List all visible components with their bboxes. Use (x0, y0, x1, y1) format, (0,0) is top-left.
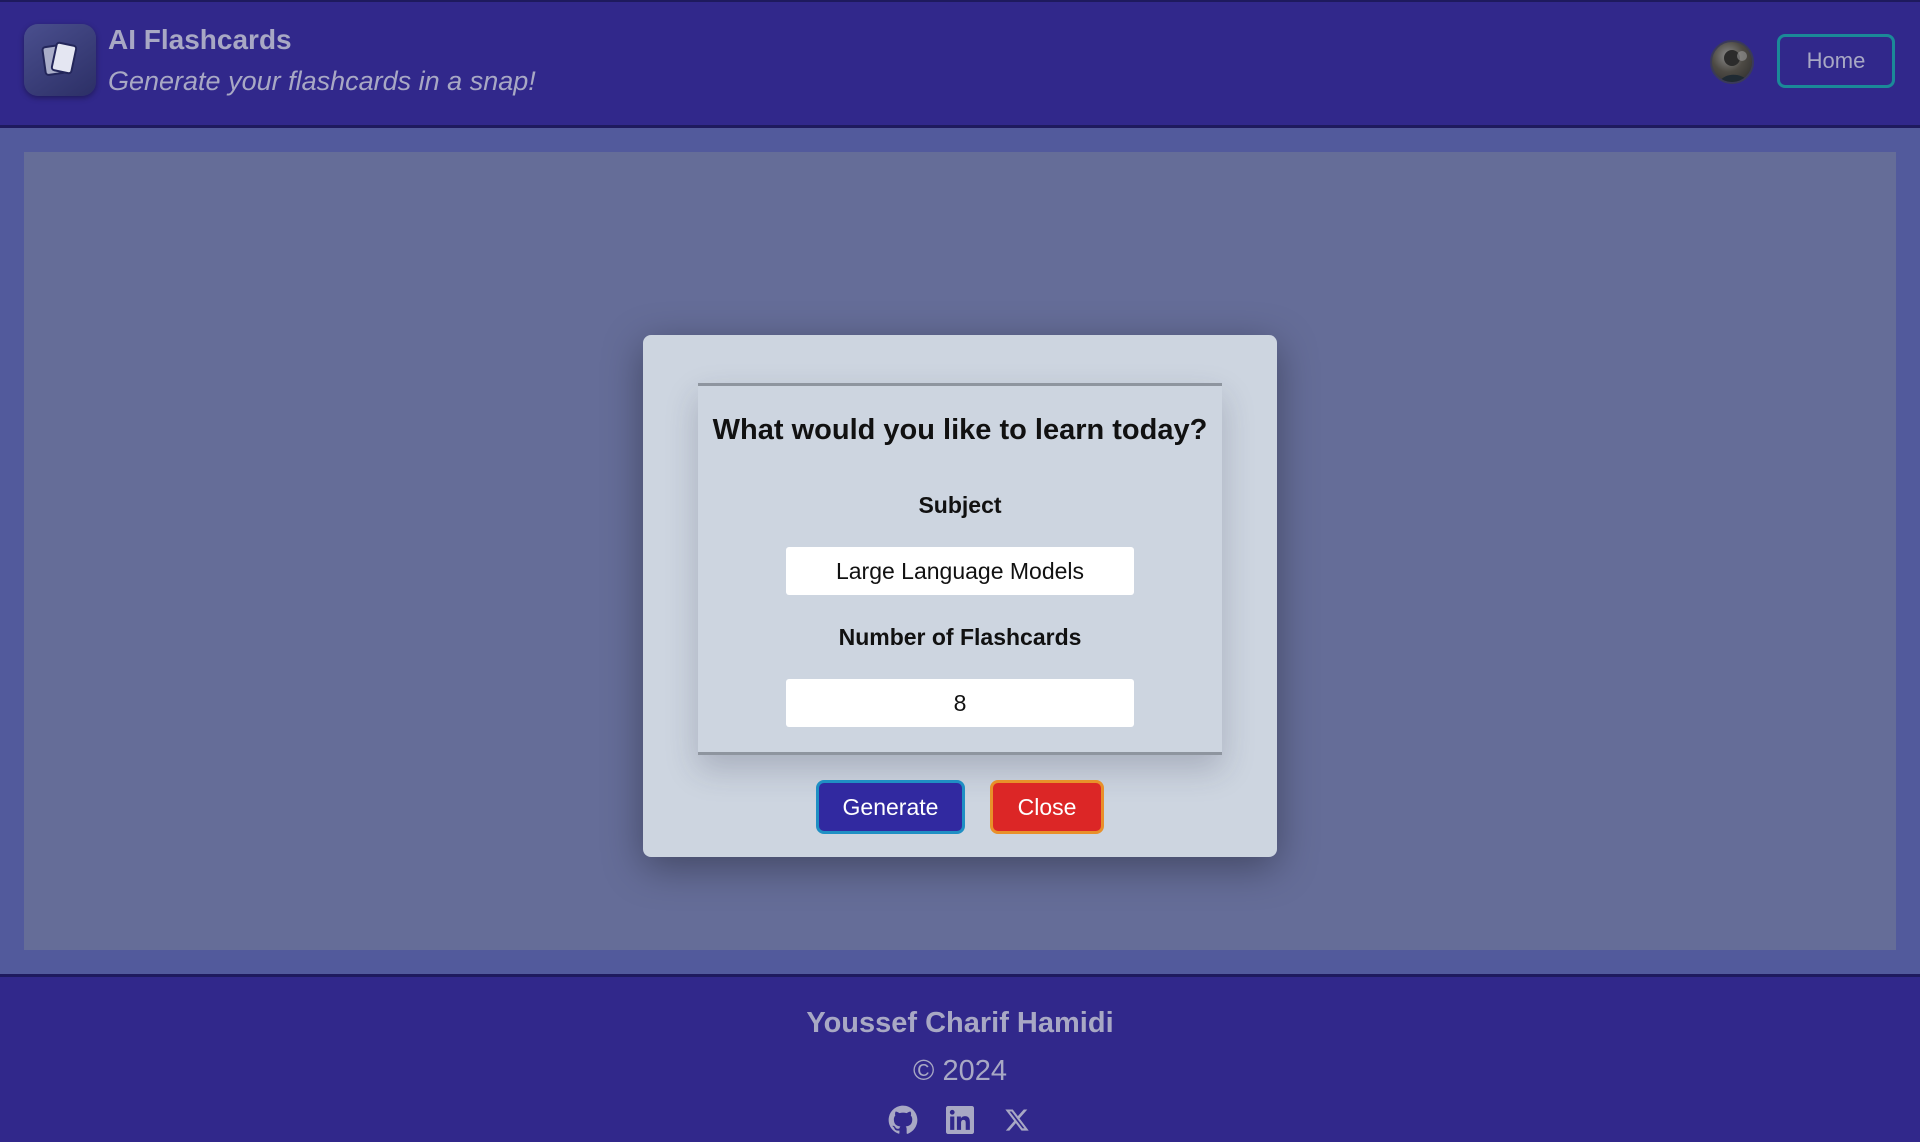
avatar-image (1719, 50, 1750, 82)
flashcard-count-label: Number of Flashcards (838, 624, 1082, 650)
close-button[interactable]: Close (990, 780, 1104, 834)
app-footer: Youssef Charif Hamidi © 2024 (0, 974, 1920, 1142)
flashcard-count-input[interactable] (786, 679, 1134, 727)
home-button[interactable]: Home (1777, 34, 1895, 88)
flashcards-icon (41, 41, 78, 76)
x-icon[interactable] (1002, 1105, 1032, 1135)
generate-button[interactable]: Generate (816, 780, 965, 834)
footer-author: Youssef Charif Hamidi (806, 1007, 1114, 1039)
flashcard-form: What would you like to learn today? Subj… (698, 383, 1222, 755)
linkedin-icon[interactable] (945, 1105, 975, 1135)
social-links (888, 1103, 1032, 1137)
generate-dialog: What would you like to learn today? Subj… (643, 335, 1277, 857)
footer-copyright: © 2024 (913, 1055, 1007, 1087)
subject-input[interactable] (786, 547, 1134, 595)
user-avatar[interactable] (1710, 40, 1754, 84)
subject-label: Subject (918, 492, 1002, 518)
github-icon[interactable] (888, 1105, 918, 1135)
app-subtitle: Generate your flashcards in a snap! (108, 66, 536, 96)
app-header: AI Flashcards Generate your flashcards i… (0, 0, 1920, 128)
app-title: AI Flashcards (108, 24, 292, 55)
app-logo[interactable] (24, 24, 96, 96)
dialog-heading: What would you like to learn today? (712, 414, 1208, 446)
